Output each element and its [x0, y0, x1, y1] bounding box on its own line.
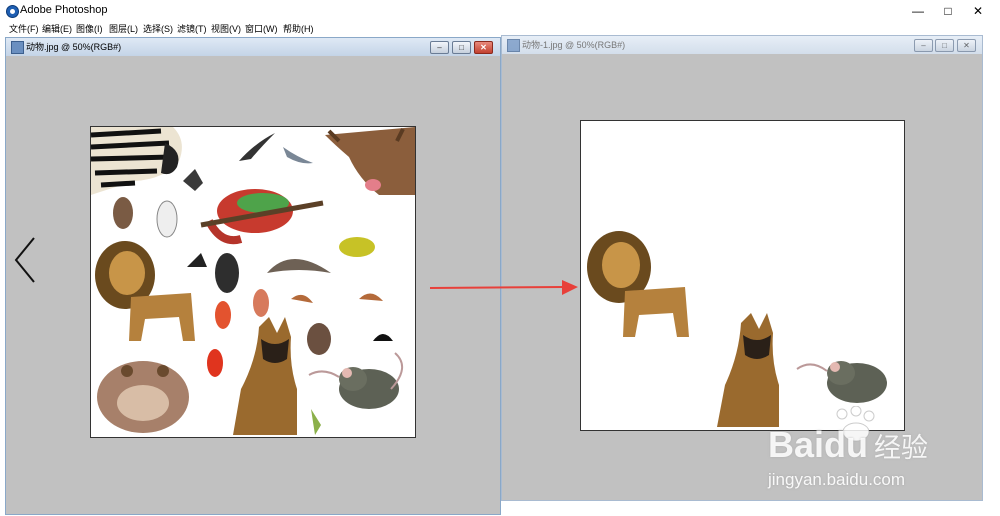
animal-collage-canvas[interactable] — [90, 126, 416, 438]
toad-image — [97, 361, 189, 433]
window-minimize-button[interactable]: — — [904, 2, 932, 20]
document-title: 动物.jpg @ 50%(RGB#) — [26, 42, 122, 52]
menu-window[interactable]: 窗口(W) — [245, 22, 278, 36]
baidu-jingyan-logo: Baidu 经验 — [768, 424, 929, 465]
red-arrow-icon — [430, 280, 578, 295]
animal-collage-image — [91, 127, 415, 435]
app-titlebar: Adobe Photoshop — □ ✕ — [0, 0, 1000, 22]
doc-minimize-button[interactable]: – — [914, 39, 933, 52]
deer-image — [325, 127, 415, 195]
document-icon — [507, 39, 520, 52]
document-titlebar[interactable]: 动物-1.jpg @ 50%(RGB#) – □ ✕ — [502, 36, 982, 54]
menu-help[interactable]: 帮助(H) — [283, 22, 314, 36]
composed-canvas[interactable] — [580, 120, 905, 431]
german-shepherd-image — [717, 313, 779, 427]
document-window-left[interactable]: 动物.jpg @ 50%(RGB#) – □ ✕ — [5, 37, 501, 515]
photoshop-app-icon — [6, 5, 19, 18]
doc-maximize-button[interactable]: □ — [452, 41, 471, 54]
document-icon — [11, 41, 24, 54]
doc-close-button[interactable]: ✕ — [474, 41, 493, 54]
window-maximize-button[interactable]: □ — [934, 2, 962, 20]
lion-image — [95, 241, 195, 341]
doc-close-button[interactable]: ✕ — [957, 39, 976, 52]
composed-animals-image — [587, 231, 887, 427]
document-titlebar[interactable]: 动物.jpg @ 50%(RGB#) – □ ✕ — [6, 38, 500, 56]
menu-view[interactable]: 视图(V) — [211, 22, 241, 36]
lion-image — [587, 231, 689, 337]
doc-minimize-button[interactable]: – — [430, 41, 449, 54]
zebra-image — [91, 127, 182, 195]
chameleon-image — [200, 189, 324, 245]
menu-edit[interactable]: 编辑(E) — [42, 22, 72, 36]
menu-file[interactable]: 文件(F) — [9, 22, 39, 36]
window-close-button[interactable]: ✕ — [964, 2, 992, 20]
menu-layer[interactable]: 图层(L) — [109, 22, 138, 36]
rat-image — [308, 352, 403, 409]
menu-bar: 文件(F) 编辑(E) 图像(I) 图层(L) 选择(S) 滤镜(T) 视图(V… — [0, 22, 1000, 36]
menu-image[interactable]: 图像(I) — [76, 22, 103, 36]
menu-filter[interactable]: 滤镜(T) — [177, 22, 207, 36]
menu-select[interactable]: 选择(S) — [143, 22, 173, 36]
rat-image — [796, 361, 887, 403]
back-chevron-icon[interactable] — [12, 236, 38, 284]
app-title: Adobe Photoshop — [20, 4, 108, 16]
baidu-jingyan-url: jingyan.baidu.com — [768, 470, 906, 489]
german-shepherd-image — [233, 317, 297, 435]
doc-maximize-button[interactable]: □ — [935, 39, 954, 52]
document-title: 动物-1.jpg @ 50%(RGB#) — [522, 40, 626, 50]
